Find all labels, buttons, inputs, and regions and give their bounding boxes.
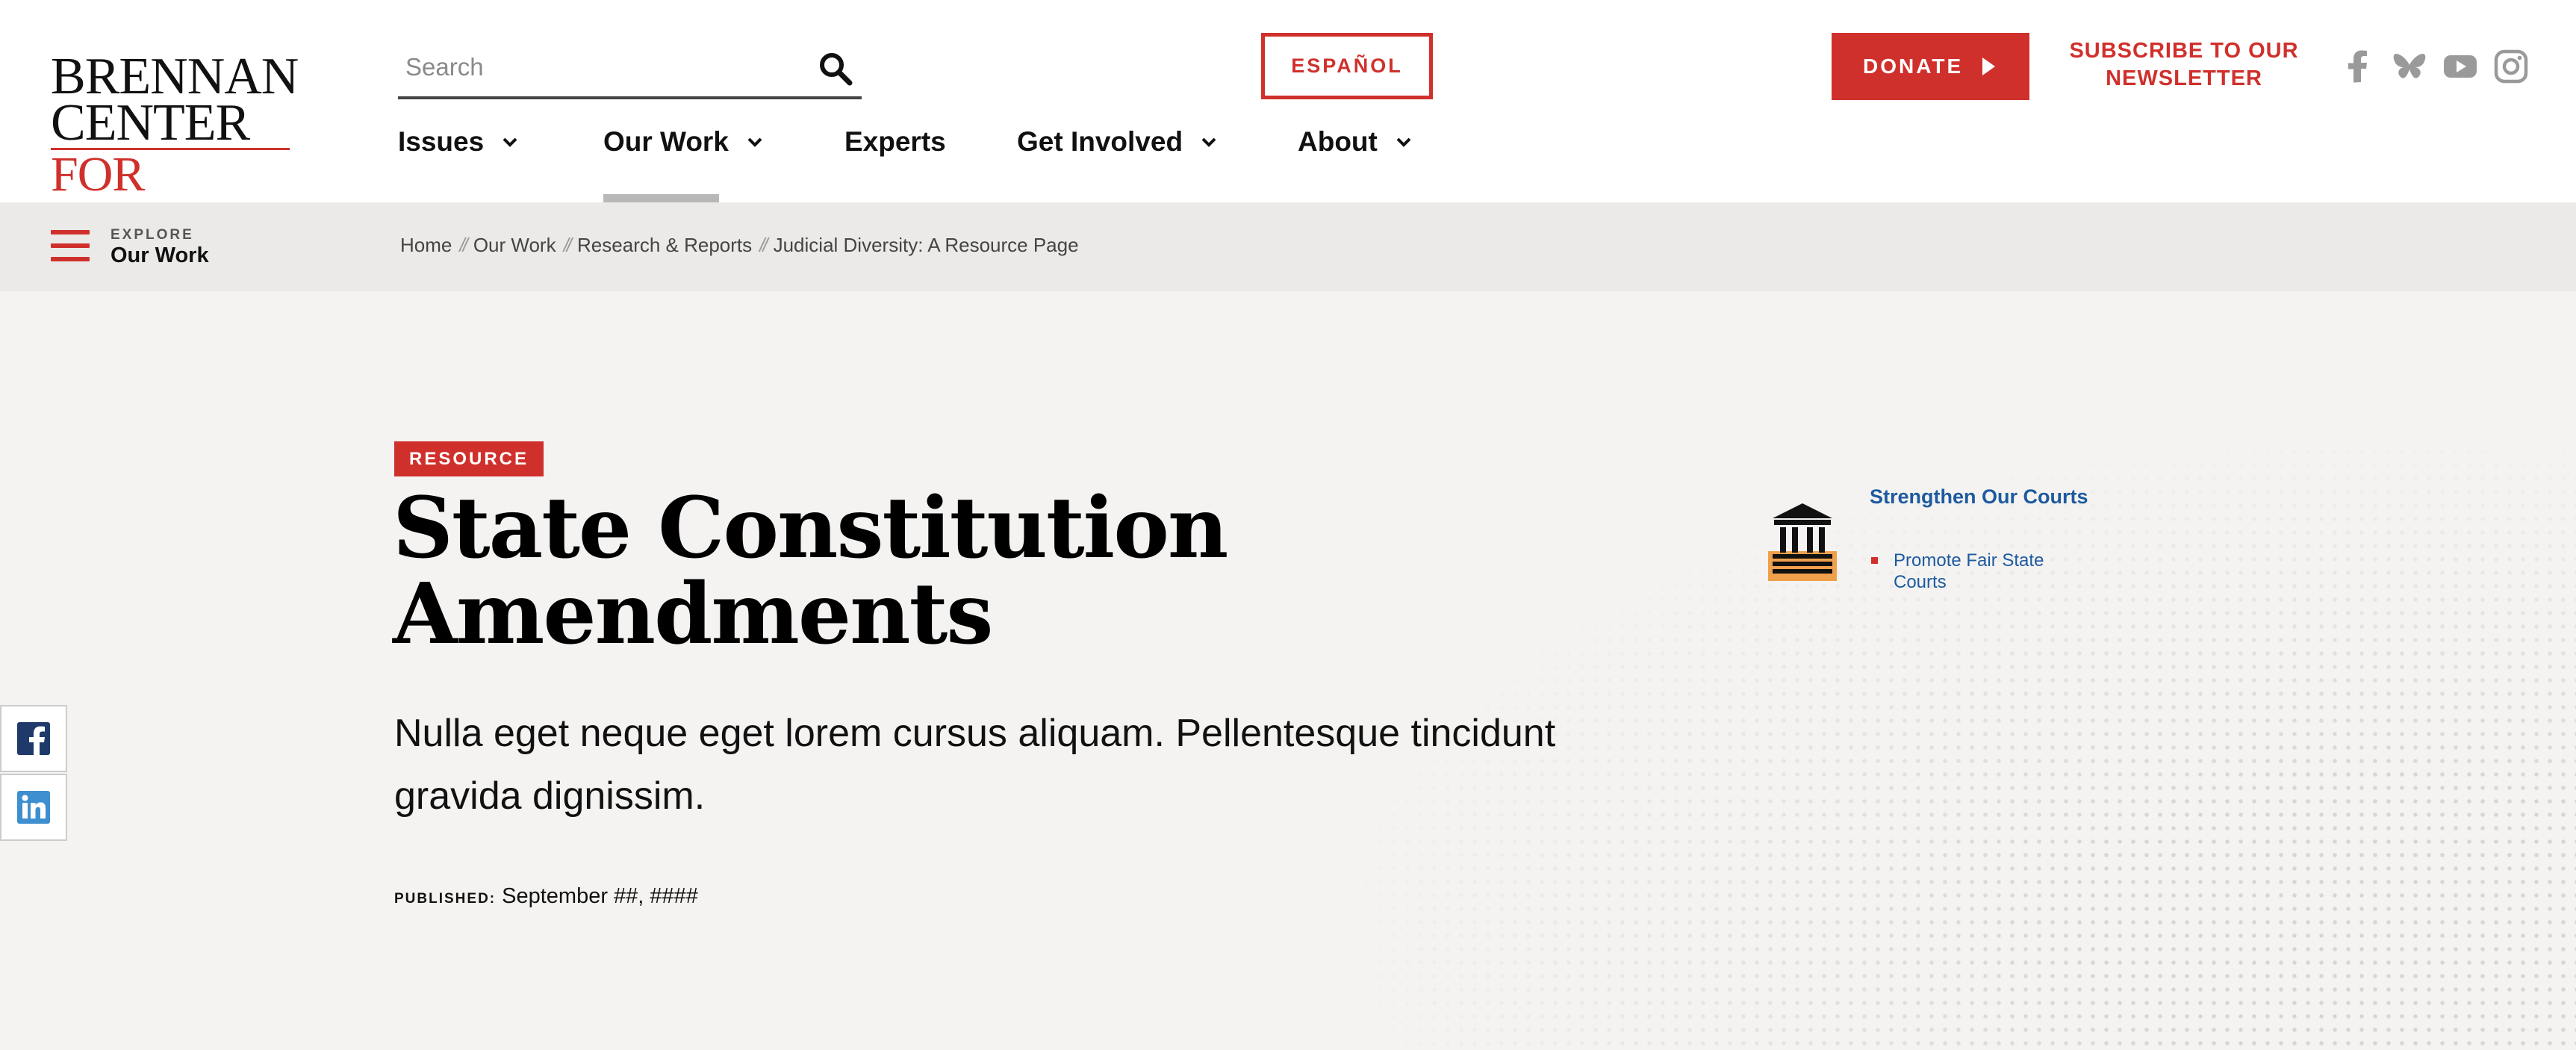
- topic-link[interactable]: Strengthen Our Courts: [1870, 484, 2094, 510]
- breadcrumb: Home // Our Work // Research & Reports /…: [400, 234, 1079, 257]
- donate-label: DONATE: [1863, 55, 1964, 78]
- instagram-icon[interactable]: [2494, 49, 2528, 84]
- search-input[interactable]: [398, 41, 786, 93]
- chevron-down-icon: [1396, 137, 1411, 147]
- breadcrumb-our-work[interactable]: Our Work: [473, 234, 556, 257]
- search-icon[interactable]: [817, 50, 854, 87]
- published-date: September ##, ####: [502, 884, 698, 908]
- page-subtitle: Nulla eget neque eget lorem cursus aliqu…: [394, 712, 1556, 818]
- bullet-icon: [1871, 557, 1878, 564]
- page-title: State Constitution Amendments: [393, 479, 1228, 663]
- active-nav-indicator: [603, 194, 719, 202]
- bluesky-icon[interactable]: [2392, 49, 2427, 84]
- subtopic-link[interactable]: Promote Fair State Courts: [1871, 550, 2095, 593]
- youtube-icon[interactable]: [2443, 49, 2477, 84]
- donate-button[interactable]: DONATE: [1832, 33, 2029, 100]
- share-facebook-button[interactable]: [0, 705, 67, 772]
- breadcrumb-separator: //: [759, 234, 768, 256]
- nav-item-label: Our Work: [603, 126, 729, 157]
- search-bar: [398, 41, 862, 99]
- nav-item-label: Issues: [398, 126, 485, 157]
- subscribe-newsletter-link[interactable]: SUBSCRIBE TO OUR NEWSLETTER: [2061, 37, 2307, 93]
- breadcrumb-home[interactable]: Home: [400, 234, 452, 257]
- nav-item-label: About: [1298, 126, 1378, 157]
- nav-item-about[interactable]: About: [1298, 119, 1412, 164]
- breadcrumb-separator: //: [563, 234, 573, 256]
- nav-item-label: Experts: [844, 126, 946, 157]
- published-label: PUBLISHED:: [394, 891, 497, 907]
- linkedin-icon: [17, 791, 50, 824]
- logo-line-1: BRENNAN: [51, 48, 299, 105]
- nav-item-get-involved[interactable]: Get Involved: [1017, 119, 1217, 164]
- hamburger-menu-icon[interactable]: [51, 230, 90, 261]
- resource-badge: RESOURCE: [394, 441, 544, 476]
- breadcrumb-separator: //: [459, 234, 468, 256]
- nav-item-our-work[interactable]: Our Work: [603, 119, 763, 164]
- chevron-down-icon: [1201, 137, 1216, 147]
- share-linkedin-button[interactable]: [0, 774, 67, 841]
- explore-breadcrumb-bar: EXPLORE Our Work Home // Our Work // Res…: [0, 202, 2576, 291]
- breadcrumb-current[interactable]: Judicial Diversity: A Resource Page: [774, 234, 1079, 257]
- subtopic-label: Promote Fair State Courts: [1894, 550, 2044, 592]
- breadcrumb-research-reports[interactable]: Research & Reports: [577, 234, 752, 257]
- published-info: PUBLISHED: September ##, ####: [394, 884, 698, 909]
- explore-label: EXPLORE: [111, 227, 194, 243]
- espanol-button[interactable]: ESPAÑOL: [1261, 33, 1433, 99]
- nav-item-label: Get Involved: [1017, 126, 1183, 157]
- explore-section-link[interactable]: Our Work: [111, 243, 209, 268]
- chevron-down-icon: [747, 137, 762, 147]
- nav-item-experts[interactable]: Experts: [844, 119, 946, 164]
- site-header: BRENNAN CENTER FOR JUSTICE ESPAÑOL DONAT…: [0, 0, 2576, 249]
- play-arrow-icon: [1982, 58, 1995, 75]
- facebook-icon: [17, 722, 50, 755]
- courthouse-icon: [1768, 503, 1837, 581]
- chevron-down-icon: [503, 137, 517, 147]
- facebook-icon[interactable]: [2342, 49, 2376, 84]
- nav-item-issues[interactable]: Issues: [398, 119, 518, 164]
- logo-line-2: CENTER: [51, 94, 250, 152]
